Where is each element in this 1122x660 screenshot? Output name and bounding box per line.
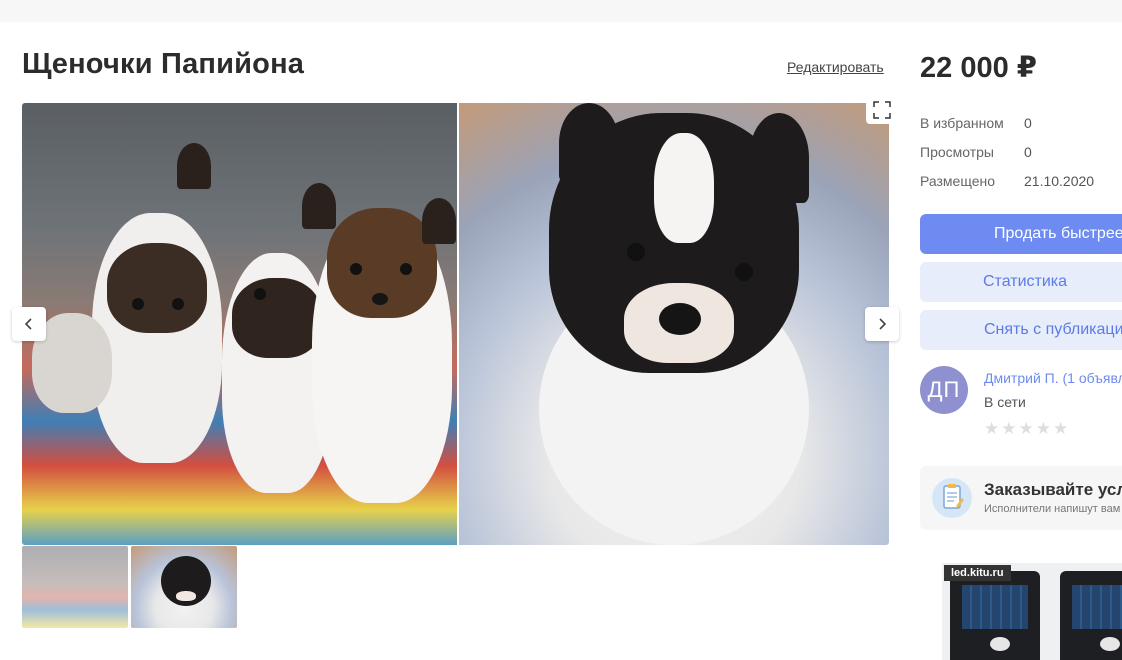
promo-subtitle: Исполнители напишут вам xyxy=(984,503,1121,515)
page-title: Щеночки Папийона xyxy=(22,48,305,80)
star-icon: ★ xyxy=(984,419,1000,438)
gallery-photo-puppies-group xyxy=(22,103,457,545)
edit-link[interactable]: Редактировать xyxy=(787,59,884,75)
stat-favorites: В избранном 0 xyxy=(920,108,1094,137)
top-bar xyxy=(0,0,1122,22)
solar-lamp-image xyxy=(1060,571,1122,660)
fullscreen-button[interactable] xyxy=(866,96,898,124)
stat-views: Просмотры 0 xyxy=(920,137,1094,166)
promo-title: Заказывайте услуги xyxy=(984,480,1122,499)
gallery-thumbnail-2[interactable] xyxy=(131,546,237,628)
stat-value: 0 xyxy=(1024,143,1032,160)
star-icon: ★ xyxy=(1035,419,1051,438)
fullscreen-icon xyxy=(873,101,891,119)
stat-label: Размещено xyxy=(920,172,995,189)
stat-label: В избранном xyxy=(920,114,1004,131)
advertisement-banner[interactable]: led.kitu.ru xyxy=(942,563,1122,660)
seller-online-status: В сети xyxy=(984,394,1026,410)
stat-posted: Размещено 21.10.2020 xyxy=(920,166,1094,195)
price: 22 000 ₽ xyxy=(920,52,1037,84)
stat-value: 21.10.2020 xyxy=(1024,172,1095,189)
chevron-left-icon xyxy=(24,318,32,330)
stat-value: 0 xyxy=(1024,114,1032,131)
star-icon: ★ xyxy=(1001,419,1017,438)
unpublish-button[interactable]: Снять с публикации xyxy=(920,310,1122,350)
sell-faster-button[interactable]: Продать быстрее xyxy=(920,214,1122,254)
star-icon: ★ xyxy=(1053,419,1069,438)
gallery-next-button[interactable] xyxy=(865,307,899,341)
ad-domain-label: led.kitu.ru xyxy=(944,565,1011,581)
chevron-right-icon xyxy=(879,318,887,330)
listing-stats: В избранном 0 Просмотры 0 Размещено 21.1… xyxy=(920,108,1094,195)
statistics-button[interactable]: Статистика xyxy=(920,262,1122,302)
photo-gallery[interactable] xyxy=(22,103,889,545)
seller-rating: ★ ★ ★ ★ ★ xyxy=(984,420,1068,437)
star-icon: ★ xyxy=(1018,419,1034,438)
seller-name-link[interactable]: Дмитрий П. (1 объявление) xyxy=(984,370,1122,386)
seller-avatar[interactable]: ДП xyxy=(920,366,968,414)
stat-label: Просмотры xyxy=(920,143,994,160)
services-clipboard-icon xyxy=(932,478,972,518)
services-promo[interactable]: Заказывайте услуги Исполнители напишут в… xyxy=(920,466,1122,530)
gallery-prev-button[interactable] xyxy=(12,307,46,341)
gallery-photo-puppy-closeup xyxy=(459,103,889,545)
solar-lamp-image xyxy=(950,571,1040,660)
gallery-thumbnail-1[interactable] xyxy=(22,546,128,628)
